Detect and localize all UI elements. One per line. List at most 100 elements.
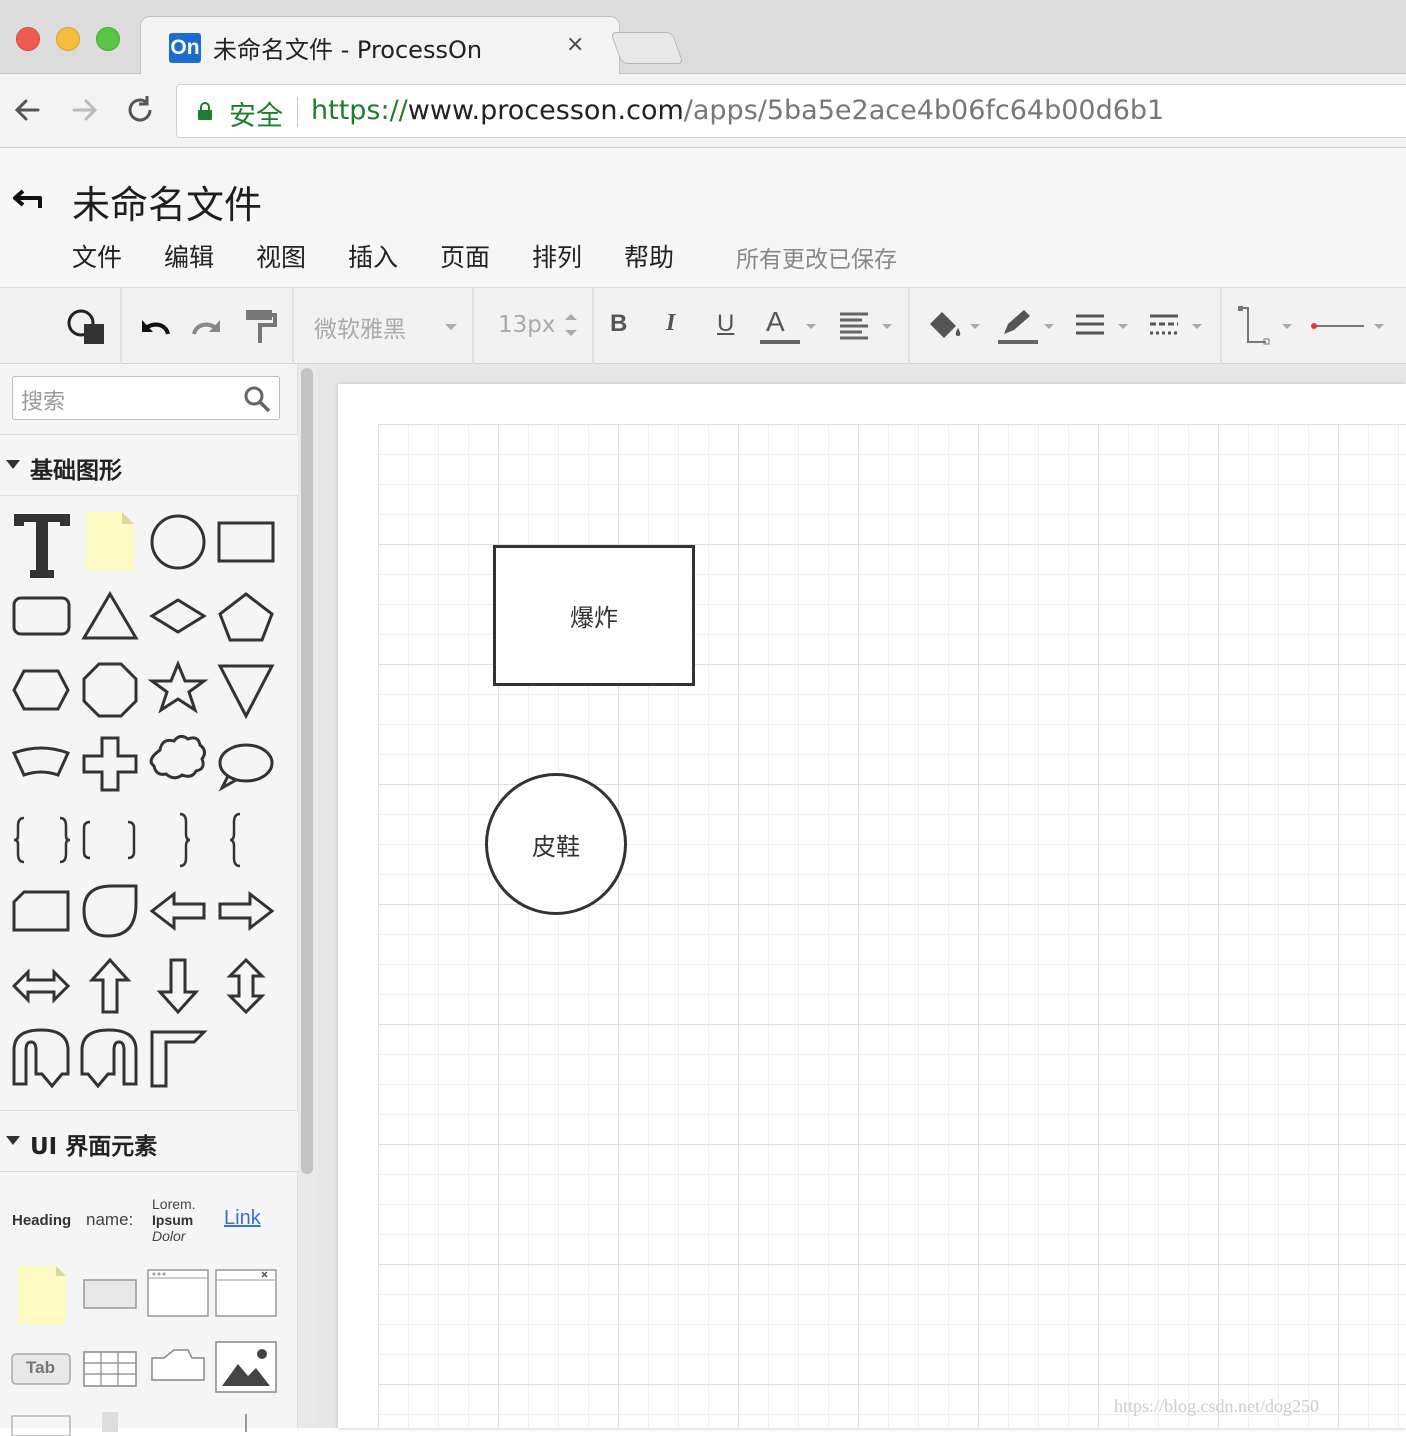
right-arrow-icon[interactable] (218, 890, 275, 932)
chevron-down-icon (445, 324, 457, 330)
line-style-icon[interactable] (1148, 306, 1208, 346)
cloud-shape-icon[interactable] (149, 734, 207, 780)
u-turn-arrow-icon[interactable] (12, 1028, 70, 1089)
octagon-shape-icon[interactable] (82, 662, 138, 718)
font-family-select[interactable]: 微软雅黑 (314, 310, 406, 344)
section-label: UI 界面元素 (30, 1134, 158, 1160)
shape-library-sidebar: 搜索 基础图形 UI 界面元素 Heading name: Lorem. Ips… (0, 364, 298, 1436)
canvas-page[interactable] (338, 384, 1406, 1428)
left-right-arrow-icon[interactable] (11, 968, 71, 1004)
document-title[interactable]: 未命名文件 (72, 174, 262, 229)
ui-dialog-icon[interactable] (215, 1269, 277, 1317)
save-status: 所有更改已保存 (736, 247, 897, 273)
left-arrow-icon[interactable] (149, 890, 206, 932)
canvas-rectangle-shape[interactable]: 爆炸 (493, 545, 695, 686)
right-brace-icon[interactable] (179, 812, 191, 868)
inverted-triangle-icon[interactable] (217, 664, 275, 720)
menu-arrange[interactable]: 排列 (532, 238, 582, 274)
ui-sticky-note-icon[interactable] (18, 1266, 66, 1324)
shape-style-icon[interactable] (64, 306, 110, 346)
drawing-canvas-area[interactable] (316, 364, 1406, 1428)
search-icon[interactable] (243, 385, 271, 413)
ui-button-icon[interactable] (83, 1279, 137, 1309)
font-size-input[interactable]: 13px (498, 312, 555, 338)
search-placeholder: 搜索 (21, 390, 66, 415)
toolbar-separator (472, 288, 474, 364)
close-window-button[interactable] (16, 27, 40, 51)
browser-tab[interactable]: On 未命名文件 - ProcessOn × (140, 16, 620, 75)
maximize-window-button[interactable] (96, 27, 120, 51)
minimize-window-button[interactable] (56, 27, 80, 51)
left-brace-icon[interactable] (229, 812, 241, 868)
menu-page[interactable]: 页面 (440, 238, 490, 274)
back-to-files-icon[interactable] (10, 184, 44, 212)
text-align-icon[interactable] (838, 306, 896, 346)
line-color-icon[interactable] (996, 306, 1058, 346)
scrollbar-thumb[interactable] (301, 368, 313, 1174)
ui-table-icon[interactable] (83, 1351, 137, 1387)
fill-color-icon[interactable] (924, 306, 984, 346)
brackets-shape-icon[interactable] (82, 820, 136, 860)
menu-file[interactable]: 文件 (72, 238, 122, 274)
rounded-rectangle-icon[interactable] (12, 596, 71, 636)
ui-window-icon[interactable] (147, 1269, 209, 1317)
rectangle-shape-icon[interactable] (217, 521, 275, 563)
bold-button[interactable]: B (610, 310, 627, 338)
italic-button[interactable]: I (666, 310, 675, 337)
line-width-icon[interactable] (1074, 306, 1134, 346)
shape-label: 皮鞋 (532, 832, 580, 861)
url-path: /apps/5ba5e2ace4b06fc64b00d6b1 (683, 95, 1165, 126)
back-arrow-icon[interactable] (10, 92, 46, 128)
triangle-shape-icon[interactable] (81, 591, 139, 640)
pentagon-shape-icon[interactable] (218, 592, 274, 642)
undo-icon[interactable] (136, 306, 174, 346)
ellipse-callout-icon[interactable] (218, 743, 274, 792)
u-turn-arrow-2-icon[interactable] (80, 1028, 138, 1089)
stepper-arrows-icon[interactable] (562, 306, 580, 346)
ui-more-icons (11, 1412, 247, 1436)
diamond-shape-icon[interactable] (149, 598, 207, 634)
delay-shape-icon[interactable] (82, 884, 138, 938)
shape-search-input[interactable]: 搜索 (12, 376, 280, 420)
ui-panel-icon[interactable] (151, 1349, 205, 1381)
ui-image-icon[interactable] (215, 1341, 277, 1393)
hexagon-shape-icon[interactable] (12, 669, 70, 711)
address-bar[interactable]: 安全 https://www.processon.com/apps/5ba5e2… (176, 84, 1406, 138)
underline-button[interactable]: U (717, 310, 734, 338)
line-end-style-icon[interactable] (1310, 306, 1406, 346)
app-header: 未命名文件 文件 编辑 视图 插入 页面 排列 帮助 所有更改已保存 (0, 148, 1406, 288)
address-separator (297, 97, 298, 127)
sidebar-scrollbar[interactable] (298, 364, 316, 1428)
toolbar-separator (292, 288, 294, 364)
canvas-circle-shape[interactable]: 皮鞋 (485, 773, 627, 915)
security-label: 安全 (229, 101, 283, 132)
format-painter-icon[interactable] (242, 306, 278, 346)
circle-shape-icon[interactable] (150, 514, 206, 570)
basic-shapes-grid (11, 512, 275, 1089)
new-tab-button[interactable] (610, 32, 684, 64)
braces-shape-icon[interactable] (13, 816, 71, 864)
up-down-arrow-icon[interactable] (226, 957, 266, 1015)
section-basic-shapes[interactable]: 基础图形 (0, 434, 298, 496)
redo-icon[interactable] (188, 306, 226, 346)
tab-close-icon[interactable]: × (566, 32, 584, 57)
connector-type-icon[interactable] (1236, 306, 1298, 346)
menu-insert[interactable]: 插入 (348, 238, 398, 274)
star-shape-icon[interactable] (147, 660, 209, 714)
note-shape-icon[interactable] (86, 512, 134, 570)
tab-title: 未命名文件 - ProcessOn (213, 36, 483, 64)
text-shape-icon[interactable] (14, 514, 70, 578)
cross-shape-icon[interactable] (82, 736, 138, 792)
forward-arrow-icon[interactable] (66, 92, 102, 128)
menu-edit[interactable]: 编辑 (164, 238, 214, 274)
toolbar-separator (1220, 288, 1222, 364)
manual-input-icon[interactable] (12, 890, 70, 932)
up-arrow-icon[interactable] (88, 957, 132, 1014)
section-ui-elements[interactable]: UI 界面元素 (0, 1110, 298, 1172)
menu-view[interactable]: 视图 (256, 238, 306, 274)
curved-trapezoid-icon[interactable] (11, 746, 71, 777)
menu-help[interactable]: 帮助 (624, 238, 674, 274)
down-arrow-icon[interactable] (156, 958, 200, 1015)
corner-shape-icon[interactable] (150, 1030, 208, 1088)
reload-icon[interactable] (122, 92, 158, 128)
